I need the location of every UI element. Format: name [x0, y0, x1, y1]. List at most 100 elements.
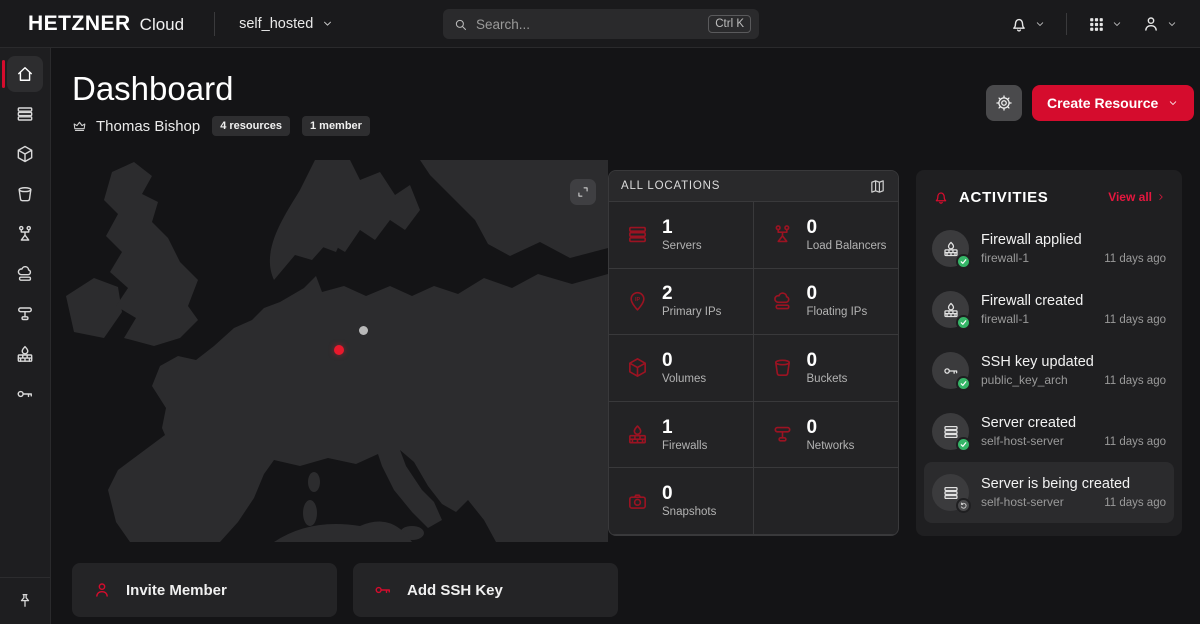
map-icon[interactable]	[869, 178, 886, 195]
activity-title: Server is being created	[981, 476, 1166, 492]
members-badge: 1 member	[302, 116, 370, 136]
stat-servers[interactable]: 1Servers	[609, 202, 754, 269]
stat-load-balancers[interactable]: 0Load Balancers	[754, 202, 899, 269]
stat-floating-ips[interactable]: 0Floating IPs	[754, 269, 899, 336]
topbar-divider	[214, 12, 215, 36]
stat-firewalls[interactable]: 1Firewalls	[609, 402, 754, 469]
server-icon	[626, 223, 649, 246]
stat-value: 1	[662, 218, 702, 239]
stat-label: Servers	[662, 240, 702, 252]
volume-icon	[15, 144, 35, 164]
search-input[interactable]: Search... Ctrl K	[443, 9, 759, 39]
activity-avatar	[932, 474, 969, 511]
activity-avatar	[932, 230, 969, 267]
chevron-down-icon	[1167, 97, 1179, 109]
stat-value: 0	[807, 218, 887, 239]
add-ssh-key-button[interactable]: Add SSH Key	[353, 563, 618, 617]
user-icon	[1141, 14, 1161, 34]
load-balancer-icon	[15, 224, 35, 244]
create-resource-button[interactable]: Create Resource	[1032, 85, 1194, 121]
activity-item[interactable]: Firewall created firewall-1 11 days ago	[924, 279, 1174, 340]
home-icon	[15, 64, 35, 84]
activity-resource: self-host-server	[981, 495, 1104, 509]
user-menu[interactable]	[1137, 8, 1182, 40]
sidebar-item-ssh-keys[interactable]	[7, 376, 43, 412]
stat-label: Primary IPs	[662, 306, 721, 318]
invite-member-button[interactable]: Invite Member	[72, 563, 337, 617]
settings-button[interactable]	[986, 85, 1022, 121]
hetzner-logo[interactable]: HETZNER Cloud	[28, 12, 184, 36]
activities-title: ACTIVITIES	[959, 189, 1099, 206]
sidebar-item-firewalls[interactable]	[7, 336, 43, 372]
bucket-icon	[771, 356, 794, 379]
search-shortcut: Ctrl K	[708, 15, 751, 33]
stat-label: Floating IPs	[807, 306, 868, 318]
success-badge	[956, 437, 971, 452]
check-icon	[959, 440, 968, 449]
stat-value: 0	[807, 351, 848, 372]
server-icon	[15, 104, 35, 124]
stat-label: Load Balancers	[807, 240, 887, 252]
activity-resource: public_key_arch	[981, 373, 1104, 387]
activities-panel: ACTIVITIES View all Firewall applied fir…	[916, 170, 1182, 536]
floating-ip-icon	[15, 264, 35, 284]
activity-avatar	[932, 352, 969, 389]
sidebar-item-dashboard[interactable]	[7, 56, 43, 92]
location-marker-gray[interactable]	[359, 326, 368, 335]
apps-menu[interactable]	[1083, 9, 1127, 40]
sidebar-item-servers[interactable]	[7, 96, 43, 132]
owner-name: Thomas Bishop	[96, 118, 200, 135]
activity-time: 11 days ago	[1104, 314, 1166, 326]
sidebar-pin-toggle[interactable]	[0, 577, 50, 624]
brand-name: HETZNER	[28, 12, 131, 36]
refresh-icon	[959, 501, 968, 510]
notifications-menu[interactable]	[1005, 8, 1050, 40]
activity-time: 11 days ago	[1104, 253, 1166, 265]
activity-item[interactable]: Firewall applied firewall-1 11 days ago	[924, 218, 1174, 279]
product-name: Cloud	[140, 15, 184, 35]
snapshot-icon	[626, 490, 649, 513]
create-resource-label: Create Resource	[1047, 95, 1158, 111]
activity-item[interactable]: SSH key updated public_key_arch 11 days …	[924, 340, 1174, 401]
activity-item[interactable]: Server is being created self-host-server…	[924, 462, 1174, 523]
view-all-link[interactable]: View all	[1108, 190, 1166, 204]
stat-primary-ips[interactable]: 2Primary IPs	[609, 269, 754, 336]
activity-item[interactable]: Server created self-host-server 11 days …	[924, 401, 1174, 462]
stat-label: Buckets	[807, 373, 848, 385]
stat-networks[interactable]: 0Networks	[754, 402, 899, 469]
success-badge	[956, 376, 971, 391]
activity-title: Firewall created	[981, 293, 1166, 309]
gear-icon	[995, 94, 1013, 112]
sidebar-item-networks[interactable]	[7, 296, 43, 332]
stat-label: Firewalls	[662, 440, 707, 452]
volume-icon	[626, 356, 649, 379]
stat-label: Networks	[807, 440, 855, 452]
load-balancer-icon	[771, 223, 794, 246]
stat-snapshots[interactable]: 0Snapshots	[609, 468, 754, 535]
chevron-down-icon	[1034, 18, 1046, 30]
activity-title: Server created	[981, 415, 1166, 431]
floating-ip-icon	[771, 290, 794, 313]
stat-value: 0	[807, 284, 868, 305]
activity-time: 11 days ago	[1104, 375, 1166, 387]
activity-title: SSH key updated	[981, 354, 1166, 370]
sidebar-item-load-balancers[interactable]	[7, 216, 43, 252]
stat-volumes[interactable]: 0Volumes	[609, 335, 754, 402]
map-expand-button[interactable]	[570, 179, 596, 205]
pin-icon	[16, 592, 34, 610]
server-icon	[942, 484, 960, 502]
ssh-key-icon	[373, 580, 393, 600]
locations-map	[60, 160, 608, 542]
sidebar-item-buckets[interactable]	[7, 176, 43, 212]
location-marker-red[interactable]	[334, 345, 344, 355]
sidebar-item-volumes[interactable]	[7, 136, 43, 172]
stat-label: Volumes	[662, 373, 706, 385]
project-selector[interactable]: self_hosted	[239, 16, 334, 32]
stat-buckets[interactable]: 0Buckets	[754, 335, 899, 402]
chevron-right-icon	[1156, 192, 1166, 202]
page-title: Dashboard	[72, 70, 233, 108]
topbar-actions	[1005, 0, 1182, 48]
activity-resource: firewall-1	[981, 312, 1104, 326]
sidebar-item-floating-ips[interactable]	[7, 256, 43, 292]
add-ssh-key-label: Add SSH Key	[407, 582, 503, 599]
